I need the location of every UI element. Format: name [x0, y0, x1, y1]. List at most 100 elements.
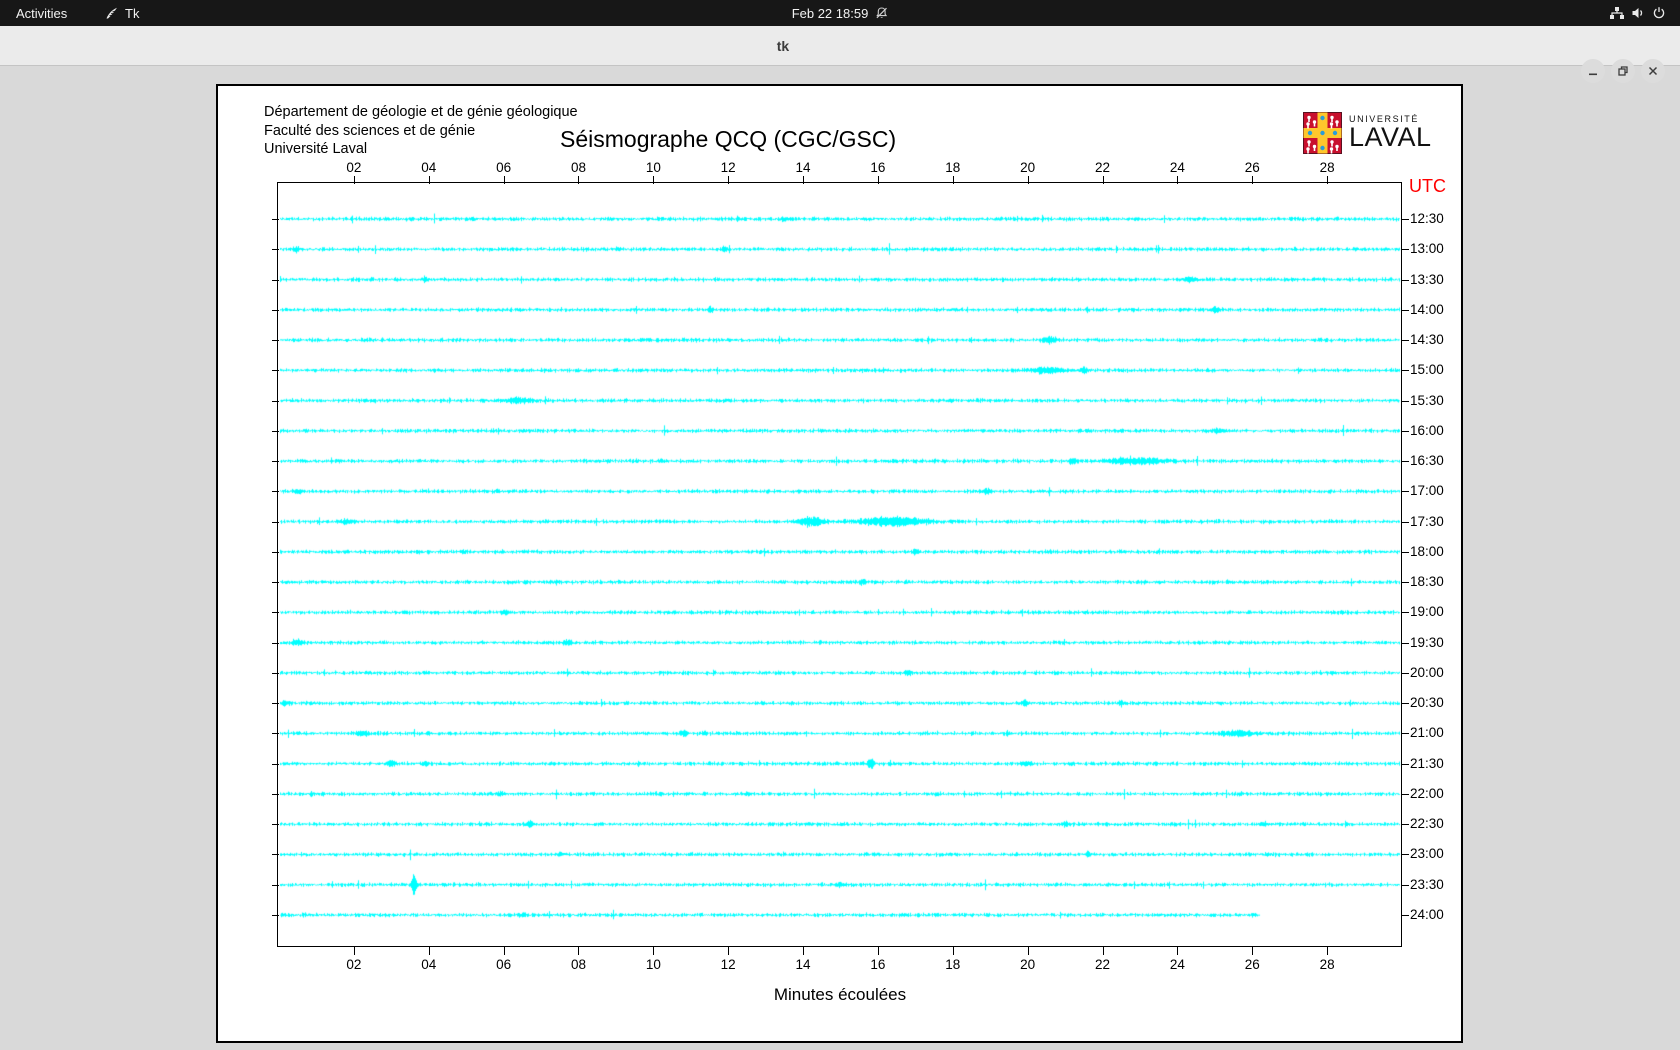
x-tick-label-bottom: 16 [870, 957, 886, 972]
x-tick-top [353, 176, 355, 184]
x-tick-label-bottom: 02 [346, 957, 362, 972]
x-tick-label-bottom: 08 [570, 957, 586, 972]
network-icon [1609, 6, 1625, 20]
x-tick-label-bottom: 04 [421, 957, 437, 972]
row-tick-right [1402, 521, 1409, 523]
x-tick-bottom [1102, 947, 1104, 955]
row-tick-left [272, 824, 279, 826]
row-tick-right [1402, 824, 1409, 826]
row-tick-left [272, 309, 279, 311]
x-tick-label-top: 24 [1169, 160, 1185, 175]
seismograph-page: Département de géologie et de génie géol… [216, 84, 1463, 1043]
row-time-label: 13:00 [1410, 241, 1444, 257]
x-tick-bottom [503, 947, 505, 955]
x-tick-label-top: 20 [1020, 160, 1036, 175]
row-time-label: 19:30 [1410, 634, 1444, 650]
x-tick-label-top: 12 [720, 160, 736, 175]
x-tick-label-bottom: 18 [945, 957, 961, 972]
row-tick-right [1402, 491, 1409, 493]
laval-shield-icon [1303, 112, 1342, 159]
row-time-label: 19:00 [1410, 604, 1444, 620]
row-tick-right [1402, 582, 1409, 584]
x-tick-bottom [1027, 947, 1029, 955]
row-tick-right [1402, 461, 1409, 463]
utc-axis-label: UTC [1409, 176, 1446, 196]
row-tick-right [1402, 612, 1409, 614]
clock-menu[interactable]: Feb 22 18:59 [792, 0, 889, 26]
row-time-label: 20:30 [1410, 695, 1444, 711]
row-time-label: 18:30 [1410, 574, 1444, 590]
row-tick-right [1402, 703, 1409, 705]
row-tick-left [272, 733, 279, 735]
laval-logo: UNIVERSITÉ LAVAL [1303, 112, 1432, 159]
row-tick-right [1402, 914, 1409, 916]
row-time-label: 15:30 [1410, 392, 1444, 408]
x-tick-label-bottom: 12 [720, 957, 736, 972]
close-button[interactable] [1641, 59, 1665, 83]
x-tick-top [877, 176, 879, 184]
row-tick-right [1402, 793, 1409, 795]
x-tick-top [728, 176, 730, 184]
x-tick-top [1252, 176, 1254, 184]
row-tick-right [1402, 733, 1409, 735]
row-tick-left [272, 340, 279, 342]
row-time-label: 15:00 [1410, 362, 1444, 378]
row-tick-right [1402, 854, 1409, 856]
row-tick-left [272, 461, 279, 463]
row-tick-left [272, 642, 279, 644]
institution-line-1: Département de géologie et de génie géol… [264, 104, 578, 120]
x-tick-bottom [877, 947, 879, 955]
focused-app-button[interactable]: Tk [104, 0, 139, 26]
app-name-label: Tk [125, 5, 140, 21]
x-tick-label-top: 02 [346, 160, 362, 175]
institution-line-2: Faculté des sciences et de génie [264, 122, 476, 139]
row-time-label: 14:30 [1410, 332, 1444, 348]
x-tick-label-top: 16 [870, 160, 886, 175]
x-tick-label-top: 10 [645, 160, 661, 175]
x-tick-label-bottom: 14 [795, 957, 811, 972]
row-tick-right [1402, 642, 1409, 644]
x-tick-label-top: 28 [1319, 160, 1335, 175]
x-tick-bottom [1177, 947, 1179, 955]
row-time-label: 22:00 [1410, 785, 1444, 801]
row-tick-left [272, 279, 279, 281]
row-tick-left [272, 249, 279, 251]
power-icon [1652, 6, 1666, 20]
row-time-label: 21:00 [1410, 725, 1444, 741]
minimize-button[interactable] [1581, 59, 1605, 83]
row-tick-left [272, 521, 279, 523]
x-tick-bottom [1252, 947, 1254, 955]
system-status-area[interactable] [1609, 0, 1666, 26]
row-tick-left [272, 430, 279, 432]
row-tick-left [272, 672, 279, 674]
x-tick-top [503, 176, 505, 184]
row-tick-right [1402, 884, 1409, 886]
row-tick-left [272, 491, 279, 493]
institution-header: Département de géologie et de génie géol… [264, 103, 578, 159]
row-time-label: 13:30 [1410, 271, 1444, 287]
row-time-label: 17:00 [1410, 483, 1444, 499]
x-tick-top [803, 176, 805, 184]
row-tick-right [1402, 279, 1409, 281]
window-title-bar[interactable]: tk [0, 26, 1680, 83]
row-tick-right [1402, 551, 1409, 553]
row-tick-left [272, 854, 279, 856]
chart-title: Séismographe QCQ (CGC/GSC) [560, 126, 897, 152]
activities-button[interactable]: Activities [16, 0, 67, 26]
row-time-label: 21:30 [1410, 755, 1444, 771]
bell-slash-icon [874, 6, 888, 20]
x-tick-top [1327, 176, 1329, 184]
x-tick-label-top: 04 [421, 160, 437, 175]
x-tick-bottom [578, 947, 580, 955]
x-tick-label-bottom: 22 [1095, 957, 1111, 972]
row-time-label: 17:30 [1410, 513, 1444, 529]
window-title: tk [776, 37, 790, 54]
restore-button[interactable] [1611, 59, 1635, 83]
row-tick-left [272, 884, 279, 886]
row-tick-left [272, 582, 279, 584]
row-time-label: 18:00 [1410, 543, 1444, 559]
logo-laval-label: LAVAL [1349, 122, 1432, 152]
seismogram-traces-canvas [279, 184, 1402, 947]
row-tick-left [272, 703, 279, 705]
row-tick-left [272, 219, 279, 220]
